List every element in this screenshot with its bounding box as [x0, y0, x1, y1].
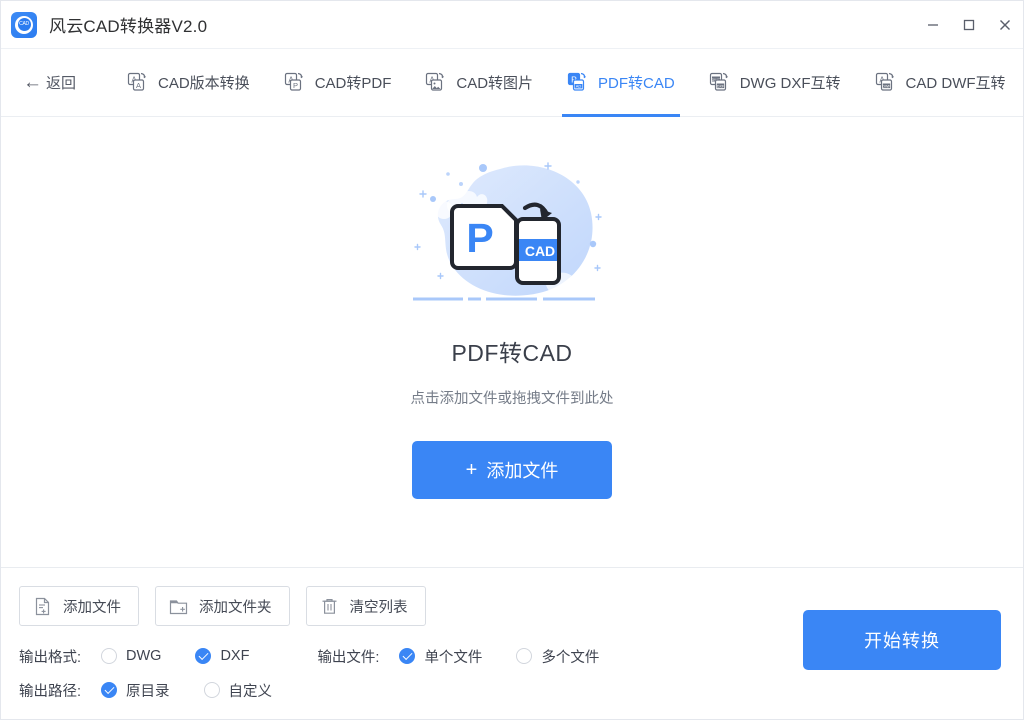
- tab-pdf-to-cad[interactable]: P AD PDF转CAD: [550, 49, 692, 117]
- add-file-primary-button[interactable]: + 添加文件: [412, 441, 612, 499]
- add-folder-button-label: 添加文件夹: [199, 599, 272, 616]
- add-file-primary-label: 添加文件: [486, 461, 559, 481]
- svg-text:CAD: CAD: [525, 243, 555, 259]
- title-bar: CAD 风云CAD转换器V2.0: [1, 1, 1023, 49]
- tab-label: CAD转图片: [456, 75, 534, 92]
- app-logo-text: CAD: [17, 18, 31, 31]
- add-file-button-label: 添加文件: [63, 599, 121, 616]
- minimize-icon[interactable]: [915, 1, 951, 49]
- radio-dot: [101, 648, 117, 664]
- arrow-left-icon: ←: [23, 72, 42, 93]
- radio-dot-checked: [101, 682, 117, 698]
- radio-label: DWG: [126, 648, 162, 664]
- radio-label: 自定义: [228, 683, 273, 700]
- plus-icon: +: [465, 459, 478, 481]
- tab-dwg-dxf-swap[interactable]: DWG DXF DWG DXF互转: [692, 49, 858, 117]
- radio-path-original[interactable]: 原目录: [101, 680, 170, 701]
- trash-icon: [320, 597, 339, 616]
- radio-dot: [516, 648, 533, 664]
- app-logo-icon: CAD: [11, 11, 37, 38]
- cad-version-convert-icon: A A: [127, 72, 149, 94]
- back-button-label: 返回: [46, 75, 77, 92]
- radio-format-dwg[interactable]: DWG: [101, 648, 161, 664]
- output-format-label: 输出格式:: [19, 649, 82, 666]
- output-file-label: 输出文件:: [317, 649, 380, 666]
- tab-cad-dwf-swap[interactable]: A DWF CAD DWF互转: [858, 49, 1023, 117]
- navigation-bar: ← 返回 A A CAD版本转换 A: [1, 49, 1023, 117]
- add-file-button[interactable]: 添加文件: [19, 586, 139, 626]
- dwg-dxf-swap-icon: DWG DXF: [709, 72, 731, 94]
- window-controls: [915, 1, 1023, 49]
- file-add-icon: [33, 597, 52, 616]
- application-window: CAD 风云CAD转换器V2.0 ← 返回 A CAD版本转换 P CAD转PD…: [0, 0, 1024, 720]
- radio-path-custom[interactable]: 自定义: [203, 680, 273, 701]
- back-button[interactable]: ← 返回: [15, 66, 84, 99]
- radio-output-single[interactable]: 单个文件: [399, 646, 482, 667]
- tab-cad-to-pdf[interactable]: A P CAD转PDF: [267, 49, 409, 117]
- close-icon[interactable]: [987, 1, 1023, 49]
- tab-label: CAD版本转换: [158, 75, 250, 92]
- bottom-panel: 添加文件 添加文件夹 清空列表 输出格式: DWG DXF 输出文件: 单个文件…: [1, 567, 1023, 719]
- tab-label: CAD DWF互转: [905, 75, 1006, 92]
- tab-label: DWG DXF互转: [739, 75, 841, 92]
- drop-hint-text: 点击添加文件或拖拽文件到此处: [410, 391, 614, 407]
- radio-label: 单个文件: [424, 649, 483, 666]
- tab-label: CAD转PDF: [314, 75, 392, 92]
- page-title: PDF转CAD: [451, 340, 573, 366]
- svg-text:DXF: DXF: [717, 84, 725, 88]
- drop-zone[interactable]: CAD P PDF转CAD 点击添加文件或拖拽文件到此处 + 添加文件: [1, 117, 1023, 567]
- output-path-row: 输出路径: 原目录 自定义: [19, 676, 1023, 704]
- svg-text:A: A: [136, 81, 141, 90]
- start-convert-button[interactable]: 开始转换: [803, 610, 1001, 670]
- clear-list-button-label: 清空列表: [349, 599, 408, 616]
- radio-format-dxf[interactable]: DXF: [195, 648, 249, 664]
- radio-dot: [203, 682, 220, 698]
- svg-text:AD: AD: [576, 83, 582, 88]
- svg-text:P: P: [293, 81, 298, 90]
- pdf-to-cad-icon: P AD: [567, 72, 589, 94]
- tab-cad-version-convert[interactable]: A A CAD版本转换: [110, 49, 267, 117]
- svg-text:DWF: DWF: [882, 84, 891, 88]
- maximize-icon[interactable]: [951, 1, 987, 49]
- radio-label: 多个文件: [541, 649, 600, 666]
- tab-label: PDF转CAD: [598, 75, 675, 92]
- cad-to-pdf-icon: A P: [284, 72, 306, 94]
- cad-dwf-swap-icon: A DWF: [875, 72, 897, 94]
- svg-text:P: P: [466, 215, 493, 261]
- clear-list-button[interactable]: 清空列表: [305, 586, 426, 626]
- add-folder-button[interactable]: 添加文件夹: [155, 586, 290, 626]
- cad-to-image-icon: A: [425, 72, 447, 94]
- radio-label: 原目录: [126, 683, 170, 700]
- pdf-to-cad-illustration: CAD P: [397, 151, 627, 316]
- radio-label: DXF: [220, 648, 250, 664]
- tab-cad-to-image[interactable]: A CAD转图片: [408, 49, 550, 117]
- folder-add-icon: [169, 597, 188, 616]
- radio-output-multiple[interactable]: 多个文件: [516, 646, 599, 667]
- radio-dot-checked: [399, 648, 416, 664]
- app-title: 风云CAD转换器V2.0: [49, 17, 208, 36]
- radio-dot-checked: [195, 648, 212, 664]
- output-path-label: 输出路径:: [19, 683, 82, 700]
